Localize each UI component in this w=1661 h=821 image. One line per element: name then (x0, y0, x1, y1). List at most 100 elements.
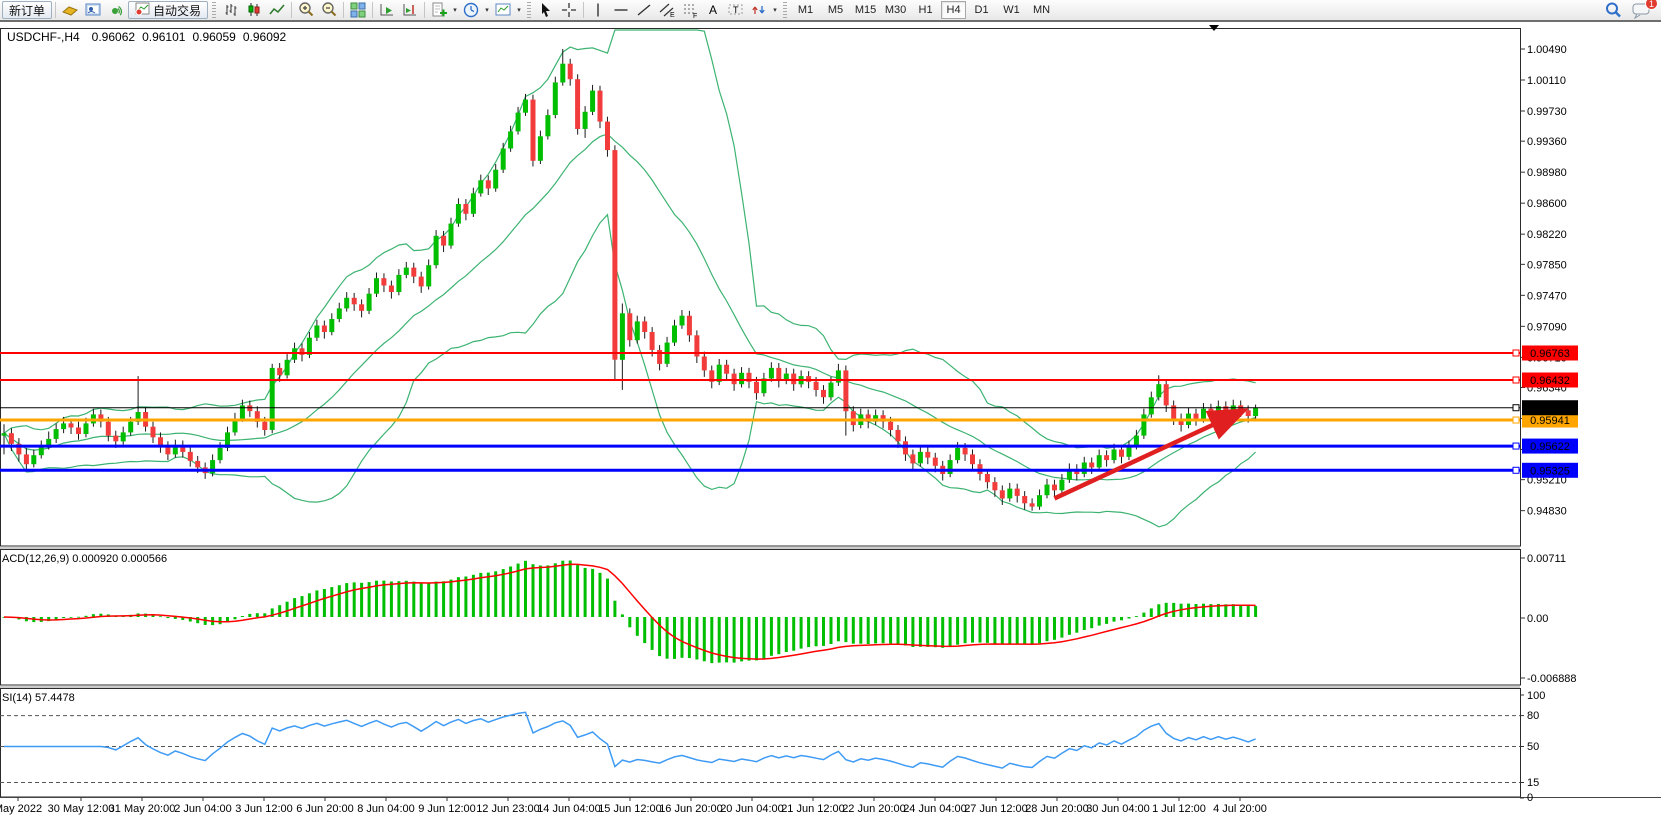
time-tick-label: 2 Jun 04:00 (174, 803, 232, 815)
macd-max-label: 0.00711 (1527, 553, 1566, 565)
rsi-title: SI(14) 57.4478 (2, 692, 75, 704)
time-tick-label: 16 Jun 20:00 (659, 803, 723, 815)
line-chart-icon[interactable] (266, 0, 288, 20)
toolbar-separator (291, 2, 292, 18)
new-order-button[interactable]: 新订单 (2, 1, 52, 19)
auto-scroll-icon[interactable] (376, 0, 398, 20)
toolbar-handle (527, 2, 531, 18)
time-tick-label: 14 Jun 04:00 (537, 803, 601, 815)
auto-trading-chart-icon (135, 2, 150, 19)
time-tick-label: 15 Jun 12:00 (598, 803, 662, 815)
macd-zero-label: 0.00 (1527, 613, 1548, 625)
price-tick-label: 0.98600 (1527, 198, 1567, 210)
svg-text:T: T (733, 5, 739, 15)
crosshair-icon[interactable] (558, 0, 580, 20)
vertical-line-icon[interactable] (587, 0, 609, 20)
chart-shift-icon[interactable] (399, 0, 421, 20)
time-tick-label: 6 Jun 20:00 (296, 803, 354, 815)
price-line-badge: 0.96432 (1530, 375, 1570, 387)
market-icon[interactable] (59, 0, 81, 20)
time-tick-label: 3 Jun 12:00 (235, 803, 293, 815)
toolbar: 新订单 自动交易 ▾ ▾ ▾ E F (0, 0, 1661, 22)
new-chart-icon[interactable] (428, 0, 450, 20)
price-line-badge: 0.95941 (1530, 415, 1570, 427)
chat-icon[interactable]: 1 (1630, 0, 1654, 20)
time-tick-label: 4 Jul 20:00 (1213, 803, 1267, 815)
rsi-label-50: 50 (1527, 741, 1539, 753)
price-tick-label: 0.98980 (1527, 167, 1567, 179)
trendline-icon[interactable] (633, 0, 655, 20)
time-tick-label: 27 Jun 12:00 (964, 803, 1028, 815)
price-line-badge: 0.95622 (1530, 441, 1570, 453)
fibonacci-icon[interactable]: F (679, 0, 701, 20)
timeframe-dropdown-caret[interactable]: ▾ (483, 6, 491, 14)
templates-dropdown-caret[interactable]: ▾ (515, 6, 523, 14)
time-tick-label: 24 Jun 04:00 (903, 803, 967, 815)
tab-timeframe-m30[interactable]: M30 (881, 1, 910, 19)
price-tick-label: 1.00490 (1527, 44, 1567, 56)
price-line-badge: 0.96763 (1530, 348, 1570, 360)
timeframe-clock-icon[interactable] (460, 0, 482, 20)
price-tick-label: 0.98220 (1527, 229, 1567, 241)
toolbar-separator (372, 2, 373, 18)
time-tick-label: May 2022 (0, 803, 42, 815)
candlestick-icon[interactable] (243, 0, 265, 20)
toolbar-handle (783, 2, 787, 18)
time-tick-label: 30 May 12:00 (48, 803, 115, 815)
tab-timeframe-w1[interactable]: W1 (997, 1, 1026, 19)
text-label-icon[interactable]: T (725, 0, 747, 20)
toolbar-handle (212, 2, 216, 18)
new-chart-dropdown-caret[interactable]: ▾ (451, 6, 459, 14)
toolbar-separator (583, 2, 584, 18)
price-tick-label: 0.94830 (1527, 506, 1567, 518)
horizontal-line-icon[interactable] (610, 0, 632, 20)
toolbar-separator (55, 2, 56, 18)
tab-timeframe-h4[interactable]: H4 (941, 1, 966, 19)
rsi-label-15: 15 (1527, 777, 1539, 789)
zoom-in-icon[interactable] (295, 0, 317, 20)
price-tick-label: 0.99730 (1527, 106, 1567, 118)
arrow-objects-icon[interactable] (748, 0, 770, 20)
cursor-icon[interactable] (535, 0, 557, 20)
tab-timeframe-d1[interactable]: D1 (967, 1, 996, 19)
tab-timeframe-m1[interactable]: M1 (791, 1, 820, 19)
price-tick-label: 0.97850 (1527, 259, 1567, 271)
toolbar-separator (424, 2, 425, 18)
tab-timeframe-m5[interactable]: M5 (821, 1, 850, 19)
arrows-dropdown-caret[interactable]: ▾ (771, 6, 779, 14)
svg-text:F: F (693, 13, 697, 19)
time-tick-label: 22 Jun 20:00 (842, 803, 906, 815)
time-tick-label: 30 Jun 04:00 (1086, 803, 1150, 815)
templates-icon[interactable] (492, 0, 514, 20)
notification-badge: 1 (1645, 0, 1658, 10)
chart-canvas: 1.004901.001100.997300.993600.989800.986… (0, 0, 1661, 821)
price-tick-label: 0.99360 (1527, 136, 1567, 148)
bar-chart-icon[interactable] (220, 0, 242, 20)
equidistant-channel-icon[interactable]: E (656, 0, 678, 20)
rsi-panel-area[interactable] (1, 689, 1521, 798)
rsi-label-80: 80 (1527, 710, 1539, 722)
svg-text:E: E (670, 12, 675, 19)
svg-text:A: A (709, 3, 717, 17)
auto-trading-label: 自动交易 (153, 2, 201, 19)
rsi-label-0: 0 (1527, 792, 1533, 804)
auto-trading-button[interactable]: 自动交易 (128, 1, 208, 19)
time-tick-label: 31 May 20:00 (109, 803, 176, 815)
price-tick-label: 0.97090 (1527, 321, 1567, 333)
tile-windows-icon[interactable] (347, 0, 369, 20)
tab-timeframe-m15[interactable]: M15 (851, 1, 880, 19)
tab-timeframe-mn[interactable]: MN (1027, 1, 1056, 19)
price-axis-layer: 1.004901.001100.997300.993600.989800.986… (1513, 44, 1578, 518)
macd-title: ACD(12,26,9) 0.000920 0.000566 (2, 553, 167, 565)
chart-plot-area[interactable] (1, 29, 1521, 547)
time-tick-label: 9 Jun 12:00 (418, 803, 476, 815)
tab-timeframe-h1[interactable]: H1 (911, 1, 940, 19)
time-tick-label: 21 Jun 12:00 (781, 803, 845, 815)
text-icon[interactable]: A (702, 0, 724, 20)
quote-line: USDCHF-,H40.960620.961010.960590.96092 (7, 30, 287, 44)
terminal-icon[interactable] (82, 0, 104, 20)
time-axis-layer: May 2022 30 May 12:0031 May 20:002 Jun 04… (0, 797, 1267, 815)
search-icon[interactable] (1602, 0, 1624, 20)
zoom-out-icon[interactable] (318, 0, 340, 20)
signals-icon[interactable] (105, 0, 127, 20)
